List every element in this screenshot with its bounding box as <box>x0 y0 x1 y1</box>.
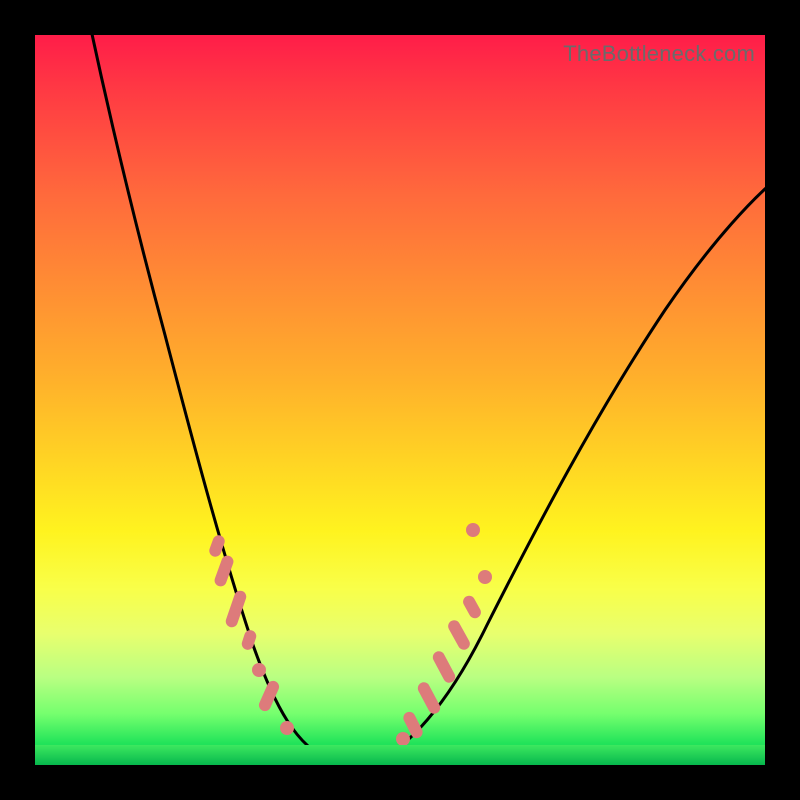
chart-frame: TheBottleneck.com <box>0 0 800 800</box>
data-points-right <box>396 523 492 746</box>
data-points-left <box>208 534 294 735</box>
plot-area: TheBottleneck.com <box>35 35 765 765</box>
chart-svg <box>35 35 765 765</box>
bottleneck-curve <box>90 25 775 760</box>
green-baseline-band <box>35 745 765 765</box>
